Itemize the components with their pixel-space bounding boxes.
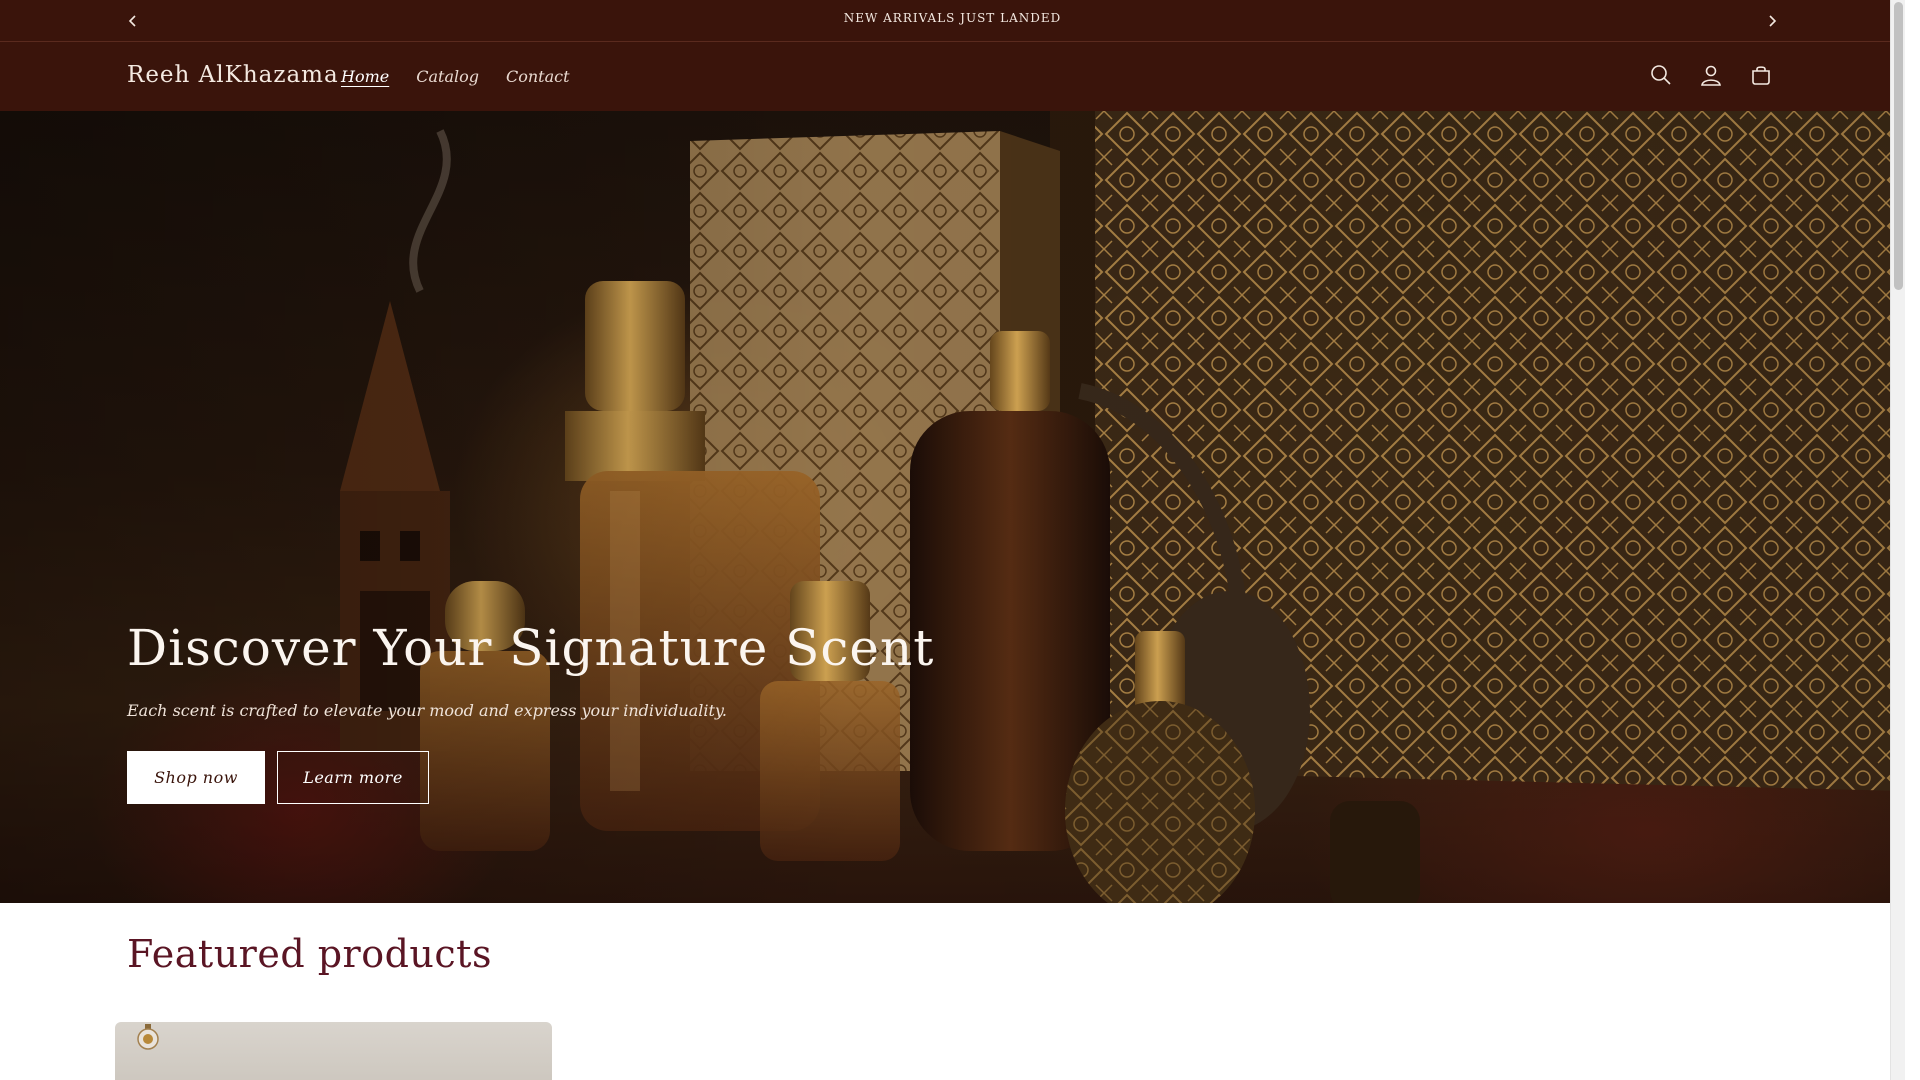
- page-scrollbar[interactable]: [1890, 0, 1905, 1080]
- hero-banner: Discover Your Signature Scent Each scent…: [0, 111, 1905, 903]
- storefront-page: NEW ARRIVALS JUST LANDED Reeh AlKhazama …: [0, 0, 1905, 1080]
- product-image: [137, 1024, 159, 1050]
- nav-item-home[interactable]: Home: [341, 67, 389, 86]
- header-icons: [1648, 62, 1774, 88]
- brand-logo[interactable]: Reeh AlKhazama: [127, 62, 339, 88]
- announcement-bar: NEW ARRIVALS JUST LANDED: [0, 0, 1905, 42]
- main-nav: Home Catalog Contact: [341, 67, 570, 86]
- hero-buttons: Shop now Learn more: [127, 751, 429, 804]
- hero-subheading: Each scent is crafted to elevate your mo…: [127, 701, 727, 720]
- featured-products-title: Featured products: [127, 932, 492, 976]
- product-card[interactable]: [115, 1022, 552, 1080]
- shop-now-button[interactable]: Shop now: [127, 751, 265, 804]
- announcement-text: NEW ARRIVALS JUST LANDED: [843, 11, 1062, 25]
- hero-heading: Discover Your Signature Scent: [127, 619, 935, 677]
- cart-icon[interactable]: [1748, 62, 1774, 88]
- chevron-right-icon[interactable]: [1760, 9, 1784, 33]
- nav-item-catalog[interactable]: Catalog: [416, 67, 479, 86]
- account-icon[interactable]: [1698, 62, 1724, 88]
- search-icon[interactable]: [1648, 62, 1674, 88]
- nav-item-contact[interactable]: Contact: [506, 67, 570, 86]
- scrollbar-thumb[interactable]: [1894, 2, 1903, 290]
- learn-more-button[interactable]: Learn more: [277, 751, 429, 804]
- site-header: Reeh AlKhazama Home Catalog Contact: [0, 42, 1905, 111]
